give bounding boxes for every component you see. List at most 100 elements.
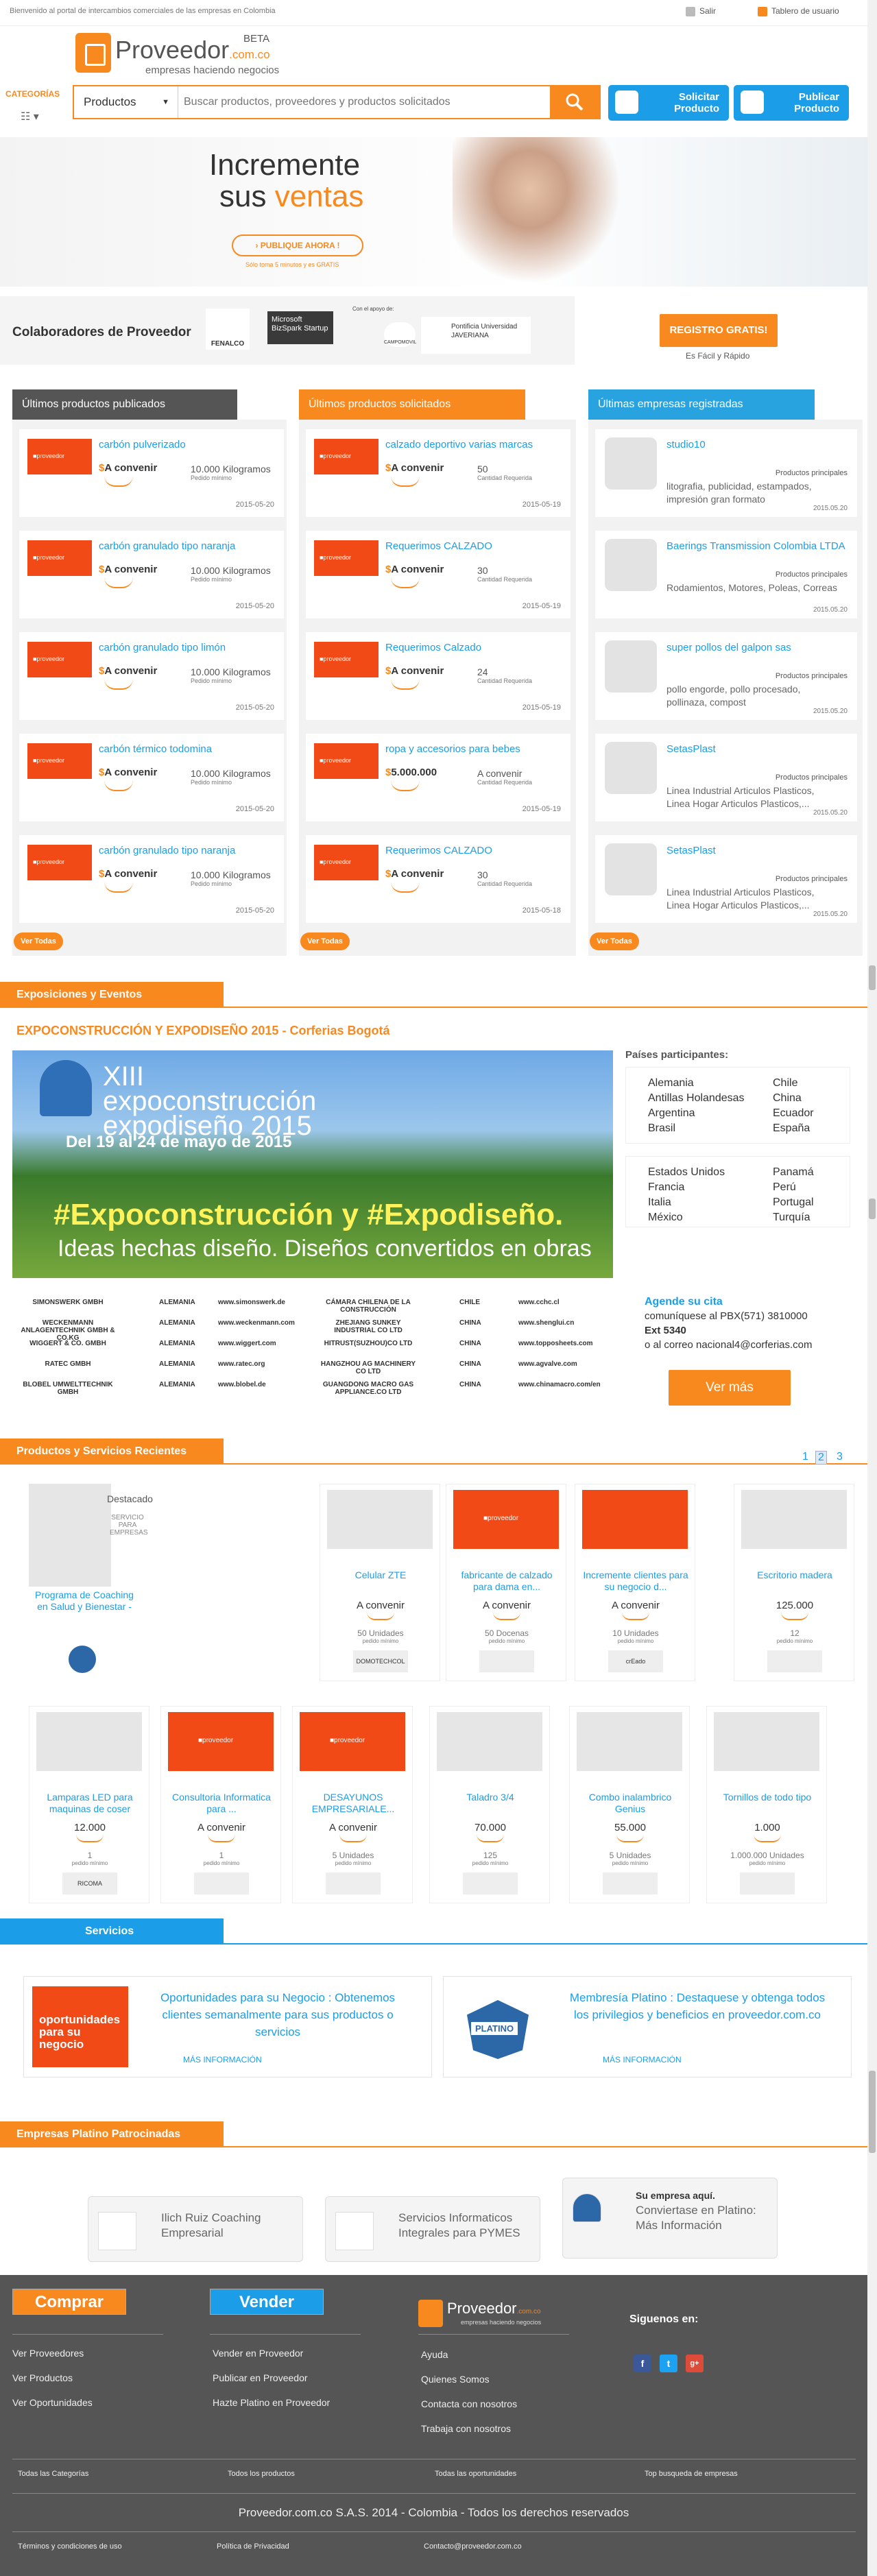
product-name[interactable]: Incremente clientes para su negocio d... (579, 1569, 692, 1593)
companies-card[interactable]: SetasPlast Productos principales Linea Ind… (595, 835, 857, 923)
terms-link[interactable]: Términos y condiciones de uso (18, 2542, 122, 2551)
exhibitor-cell[interactable]: www.weckenmann.com (218, 1319, 309, 1327)
scrollbar-thumb[interactable] (869, 965, 876, 990)
product-name[interactable]: Consultoria Informatica para ... (165, 1792, 278, 1815)
product-card[interactable]: Taladro 3/4 70.000 125 pedido mínimo (429, 1706, 550, 1903)
service-opportunities-more-link[interactable]: MÁS INFORMACIÓN (183, 2055, 262, 2065)
product-name[interactable]: Programa de Coaching en Salud y Bienesta… (33, 1589, 136, 1613)
company-name[interactable]: studio10 (666, 439, 858, 451)
page-2[interactable]: 2 (815, 1451, 827, 1465)
page-1[interactable]: 1 (802, 1451, 808, 1463)
product-title[interactable]: carbón granulado tipo naranja (99, 540, 235, 552)
product-card[interactable]: Incremente clientes para su negocio d...… (575, 1484, 695, 1681)
see-all-published-button[interactable]: Ver Todas (14, 932, 63, 950)
exhibitor-cell[interactable]: www.blobel.de (218, 1381, 309, 1388)
product-title[interactable]: Requerimos CALZADO (385, 540, 492, 552)
exhibitor-cell[interactable]: www.chinamacro.com/en (518, 1381, 609, 1388)
exhibitor-cell[interactable]: www.wiggert.com (218, 1340, 309, 1347)
companies-card[interactable]: super pollos del galpon sas Productos pri… (595, 632, 857, 720)
footer-link[interactable]: Publicar en Proveedor (213, 2372, 308, 2383)
publish-product-button[interactable]: Publicar Producto (734, 85, 849, 121)
companies-card[interactable]: SetasPlast Productos principales Linea Ind… (595, 734, 857, 821)
product-name[interactable]: Combo inalambrico Genius (574, 1792, 686, 1815)
publish-now-button[interactable]: › PUBLIQUE AHORA ! (232, 234, 363, 256)
exhibitor-cell[interactable]: www.agvalve.com (518, 1360, 609, 1368)
google-plus-icon[interactable]: g+ (686, 2355, 704, 2372)
footer-bottom-link[interactable]: Top busqueda de empresas (645, 2470, 738, 2478)
footer-logo[interactable]: Proveedor.com.co (447, 2300, 541, 2318)
product-name[interactable]: DESAYUNOS EMPRESARIALE... (297, 1792, 409, 1815)
event-title[interactable]: EXPOCONSTRUCCIÓN Y EXPODISEÑO 2015 - Cor… (16, 1024, 389, 1038)
register-button[interactable]: REGISTRO GRATIS! (660, 314, 778, 347)
see-more-button[interactable]: Ver más (669, 1370, 791, 1406)
product-title[interactable]: carbón granulado tipo naranja (99, 845, 235, 856)
categories-menu-icon[interactable]: ☷ ▾ (21, 110, 39, 123)
product-name[interactable]: fabricante de calzado para dama en... (450, 1569, 563, 1593)
service-card-platinum[interactable]: PLATINO Membresía Platino : Destaquese y… (443, 1976, 852, 2078)
product-name[interactable]: Tornillos de todo tipo (711, 1792, 824, 1803)
search-button[interactable] (550, 86, 599, 118)
company-name[interactable]: super pollos del galpon sas (666, 642, 858, 654)
search-category-select[interactable]: Productos ▼ (74, 86, 178, 118)
published-card[interactable]: carbón granulado tipo limón $A convenir 10… (19, 632, 284, 720)
product-card[interactable]: Escritorio madera 125.000 12 pedido mínimo (734, 1484, 854, 1681)
company-name[interactable]: Baerings Transmission Colombia LTDA (666, 540, 858, 553)
requested-card[interactable]: Requerimos CALZADO $A convenir 30Cantidad … (306, 531, 570, 618)
logout-link[interactable]: Salir (686, 6, 716, 16)
sell-button[interactable]: Vender (210, 2289, 324, 2315)
scrollbar-thumb[interactable] (869, 2071, 876, 2153)
contact-email-link[interactable]: Contacto@proveedor.com.co (424, 2542, 522, 2551)
page-scrollbar[interactable] (867, 0, 877, 2576)
company-name[interactable]: SetasPlast (666, 743, 858, 756)
exhibitor-cell[interactable]: www.topposheets.com (518, 1340, 609, 1347)
platinum-sponsor-2[interactable]: Servicios Informaticos Integrales para P… (325, 2196, 540, 2262)
product-title[interactable]: ropa y accesorios para bebes (385, 743, 520, 755)
product-name[interactable]: Escritorio madera (738, 1569, 851, 1581)
published-card[interactable]: carbón granulado tipo naranja $A convenir… (19, 835, 284, 923)
footer-link[interactable]: Quienes Somos (421, 2374, 490, 2385)
request-product-button[interactable]: Solicitar Producto (608, 85, 729, 121)
footer-bottom-link[interactable]: Todas las Categorías (18, 2470, 88, 2478)
product-card[interactable]: Consultoria Informatica para ... A conven… (160, 1706, 281, 1903)
privacy-link[interactable]: Política de Privacidad (217, 2542, 289, 2551)
footer-link[interactable]: Ver Oportunidades (12, 2397, 93, 2408)
search-input[interactable] (184, 86, 540, 118)
logo-icon[interactable] (75, 33, 111, 73)
footer-bottom-link[interactable]: Todas las oportunidades (435, 2470, 516, 2478)
footer-link[interactable]: Contacta con nosotros (421, 2398, 517, 2409)
company-name[interactable]: SetasPlast (666, 845, 858, 857)
service-platinum-more-link[interactable]: MÁS INFORMACIÓN (603, 2055, 682, 2065)
event-banner[interactable]: XIII expoconstrucción expodiseño 2015 De… (12, 1050, 613, 1278)
platinum-sponsor-1[interactable]: Ilich Ruiz Coaching Empresarial (88, 2196, 303, 2262)
footer-link[interactable]: Ver Proveedores (12, 2348, 84, 2359)
requested-card[interactable]: calzado deportivo varias marcas $A conven… (306, 429, 570, 517)
product-title[interactable]: calzado deportivo varias marcas (385, 439, 533, 450)
requested-card[interactable]: Requerimos CALZADO $A convenir 30Cantidad … (306, 835, 570, 923)
exhibitor-cell[interactable]: www.shenglui.cn (518, 1319, 609, 1327)
product-name[interactable]: Taladro 3/4 (434, 1792, 546, 1803)
product-card[interactable]: Combo inalambrico Genius 55.000 5 Unidades… (569, 1706, 690, 1903)
twitter-icon[interactable]: t (660, 2355, 677, 2372)
companies-card[interactable]: studio10 Productos principales litografia,… (595, 429, 857, 517)
product-card[interactable]: Celular ZTE A convenir 50 Unidades pedido m… (320, 1484, 440, 1681)
footer-link[interactable]: Hazte Platino en Proveedor (213, 2397, 330, 2408)
footer-link[interactable]: Ver Productos (12, 2372, 73, 2383)
categories-label[interactable]: CATEGORÍAS (5, 89, 60, 99)
product-title[interactable]: carbón pulverizado (99, 439, 186, 450)
user-board-link[interactable]: Tablero de usuario (758, 6, 839, 16)
see-all-companies-button[interactable]: Ver Todas (590, 932, 639, 950)
product-title[interactable]: Requerimos Calzado (385, 642, 481, 653)
requested-card[interactable]: Requerimos Calzado $A convenir 24Cantidad … (306, 632, 570, 720)
product-card[interactable]: Destacado SERVICIO PARA EMPRESAS Programa … (29, 1484, 173, 1681)
product-card[interactable]: fabricante de calzado para dama en... A c… (446, 1484, 566, 1681)
exhibitor-cell[interactable]: www.simonswerk.de (218, 1299, 309, 1306)
product-card[interactable]: Tornillos de todo tipo 1.000 1.000.000 Uni… (706, 1706, 827, 1903)
published-card[interactable]: carbón pulverizado $A convenir 10.000 Kilo… (19, 429, 284, 517)
companies-card[interactable]: Baerings Transmission Colombia LTDA Produ… (595, 531, 857, 618)
product-name[interactable]: Celular ZTE (324, 1569, 437, 1581)
buy-button[interactable]: Comprar (12, 2289, 126, 2315)
product-title[interactable]: carbón granulado tipo limón (99, 642, 226, 653)
promo-banner[interactable] (0, 137, 877, 287)
footer-link[interactable]: Ayuda (421, 2349, 448, 2360)
facebook-icon[interactable]: f (634, 2355, 651, 2372)
